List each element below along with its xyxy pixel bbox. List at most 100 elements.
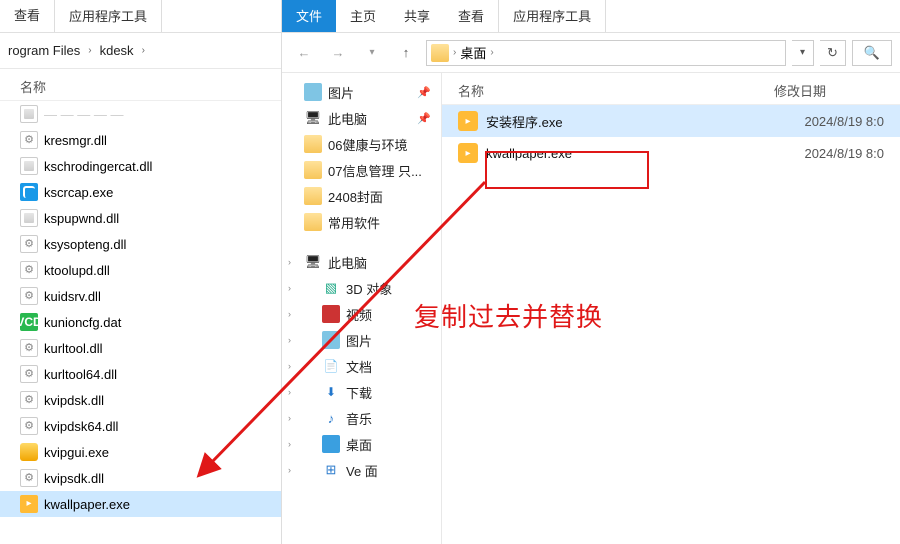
file-name: kspupwnd.dll <box>44 211 119 226</box>
tree-label: 视频 <box>346 305 372 324</box>
nav-forward-button: → <box>324 39 352 67</box>
tree-label: Ve 面 <box>346 461 378 480</box>
file-name: ktoolupd.dll <box>44 263 110 278</box>
expand-icon[interactable]: › <box>288 439 291 449</box>
list-item[interactable]: kvipdsk64.dll <box>0 413 281 439</box>
expand-icon[interactable]: › <box>288 257 291 267</box>
address-bar[interactable]: › 桌面 › <box>426 40 786 66</box>
tree-item[interactable]: ›音乐 <box>282 405 441 431</box>
breadcrumb-seg[interactable]: kdesk <box>98 39 136 62</box>
tree-item[interactable]: ›此电脑 <box>282 249 441 275</box>
tree-icon <box>322 435 340 453</box>
tree-label: 07信息管理 只... <box>328 161 422 180</box>
list-item[interactable]: kvipdsk.dll <box>0 387 281 413</box>
left-breadcrumb[interactable]: rogram Files › kdesk › <box>0 33 281 69</box>
expand-icon[interactable]: › <box>288 361 291 371</box>
file-name: kwallpaper.exe <box>486 146 766 161</box>
chevron-right-icon: › <box>82 45 97 56</box>
file-name: kurltool.dll <box>44 341 103 356</box>
list-item[interactable]: kvipgui.exe <box>0 439 281 465</box>
file-name: kurltool64.dll <box>44 367 117 382</box>
file-icon <box>20 365 38 383</box>
expand-icon[interactable]: › <box>288 335 291 345</box>
list-item[interactable]: kschrodingercat.dll <box>0 153 281 179</box>
list-item[interactable]: kvipsdk.dll <box>0 465 281 491</box>
list-item[interactable]: — — — — — <box>0 101 281 127</box>
chevron-right-icon: › <box>136 45 151 56</box>
file-name: kuidsrv.dll <box>44 289 101 304</box>
list-item[interactable]: kresmgr.dll <box>0 127 281 153</box>
tree-icon <box>322 279 340 297</box>
breadcrumb-seg[interactable]: rogram Files <box>6 39 82 62</box>
address-history-button[interactable]: ▾ <box>792 40 814 66</box>
list-item[interactable]: ktoolupd.dll <box>0 257 281 283</box>
list-item[interactable]: kurltool.dll <box>0 335 281 361</box>
tab-view-right[interactable]: 查看 <box>444 0 498 32</box>
tab-app-tools-right[interactable]: 应用程序工具 <box>498 0 606 32</box>
expand-icon[interactable]: › <box>288 309 291 319</box>
file-name: — — — — — <box>44 107 123 122</box>
list-item[interactable]: kurltool64.dll <box>0 361 281 387</box>
tree-item[interactable]: 07信息管理 只... <box>282 157 441 183</box>
tree-item[interactable]: 06健康与环境 <box>282 131 441 157</box>
expand-icon[interactable]: › <box>288 413 291 423</box>
tree-label: 2408封面 <box>328 187 383 206</box>
tab-view-left[interactable]: 查看 <box>0 0 54 32</box>
list-item[interactable]: VCDkunioncfg.dat <box>0 309 281 335</box>
file-name: 安装程序.exe <box>486 112 766 131</box>
nav-back-button[interactable]: ← <box>290 39 318 67</box>
tree-icon <box>322 357 340 375</box>
tree-item[interactable]: ›桌面 <box>282 431 441 457</box>
expand-icon[interactable]: › <box>288 387 291 397</box>
file-row[interactable]: ▸ kwallpaper.exe 2024/8/19 8:0 <box>442 137 900 169</box>
file-date: 2024/8/19 8:0 <box>774 146 884 161</box>
tree-label: 06健康与环境 <box>328 135 407 154</box>
file-name: kwallpaper.exe <box>44 497 130 512</box>
expand-icon[interactable]: › <box>288 283 291 293</box>
list-item[interactable]: kwallpaper.exe <box>0 491 281 517</box>
file-icon <box>20 183 38 201</box>
file-name: ksysopteng.dll <box>44 237 126 252</box>
file-row[interactable]: ▸安装程序.exe2024/8/19 8:0 <box>442 105 900 137</box>
column-name[interactable]: 名称 <box>458 81 774 100</box>
tree-icon <box>322 305 340 323</box>
tab-file[interactable]: 文件 <box>282 0 336 32</box>
tree-item[interactable]: ›下载 <box>282 379 441 405</box>
search-input[interactable]: 🔍 <box>852 40 892 66</box>
file-icon <box>20 157 38 175</box>
tab-share[interactable]: 共享 <box>390 0 444 32</box>
tree-icon <box>322 331 340 349</box>
nav-up-button[interactable]: ↑ <box>392 39 420 67</box>
tree-item[interactable]: 2408封面 <box>282 183 441 209</box>
nav-tree: 图片📌此电脑📌06健康与环境07信息管理 只...2408封面常用软件›此电脑›… <box>282 73 442 544</box>
file-icon <box>20 235 38 253</box>
expand-icon[interactable]: › <box>288 465 291 475</box>
tree-icon <box>304 83 322 101</box>
folder-icon <box>431 44 449 62</box>
file-name: kscrcap.exe <box>44 185 113 200</box>
tree-item[interactable]: ›文档 <box>282 353 441 379</box>
tree-item[interactable]: › 视频 <box>282 301 441 327</box>
tree-item[interactable]: 常用软件 <box>282 209 441 235</box>
exe-icon: ▸ <box>458 143 478 163</box>
tree-item[interactable]: ›3D 对象 <box>282 275 441 301</box>
tab-home[interactable]: 主页 <box>336 0 390 32</box>
list-item[interactable]: kuidsrv.dll <box>0 283 281 309</box>
list-item[interactable]: kspupwnd.dll <box>0 205 281 231</box>
address-segment[interactable]: 桌面 <box>460 43 486 62</box>
tree-item[interactable]: › Ve 面 <box>282 457 441 483</box>
exe-icon: ▸ <box>458 111 478 131</box>
list-item[interactable]: kscrcap.exe <box>0 179 281 205</box>
list-item[interactable]: ksysopteng.dll <box>0 231 281 257</box>
tree-icon <box>322 383 340 401</box>
left-column-name[interactable]: 名称 <box>0 69 281 101</box>
refresh-button[interactable]: ↻ <box>820 40 846 66</box>
column-date[interactable]: 修改日期 <box>774 81 884 100</box>
tree-item[interactable]: ›图片 <box>282 327 441 353</box>
nav-recent-button[interactable]: ▾ <box>358 39 386 67</box>
tab-app-tools-left[interactable]: 应用程序工具 <box>54 0 162 32</box>
tree-item[interactable]: 此电脑📌 <box>282 105 441 131</box>
file-icon <box>20 105 38 123</box>
tree-item[interactable]: 图片📌 <box>282 79 441 105</box>
file-icon <box>20 495 38 513</box>
